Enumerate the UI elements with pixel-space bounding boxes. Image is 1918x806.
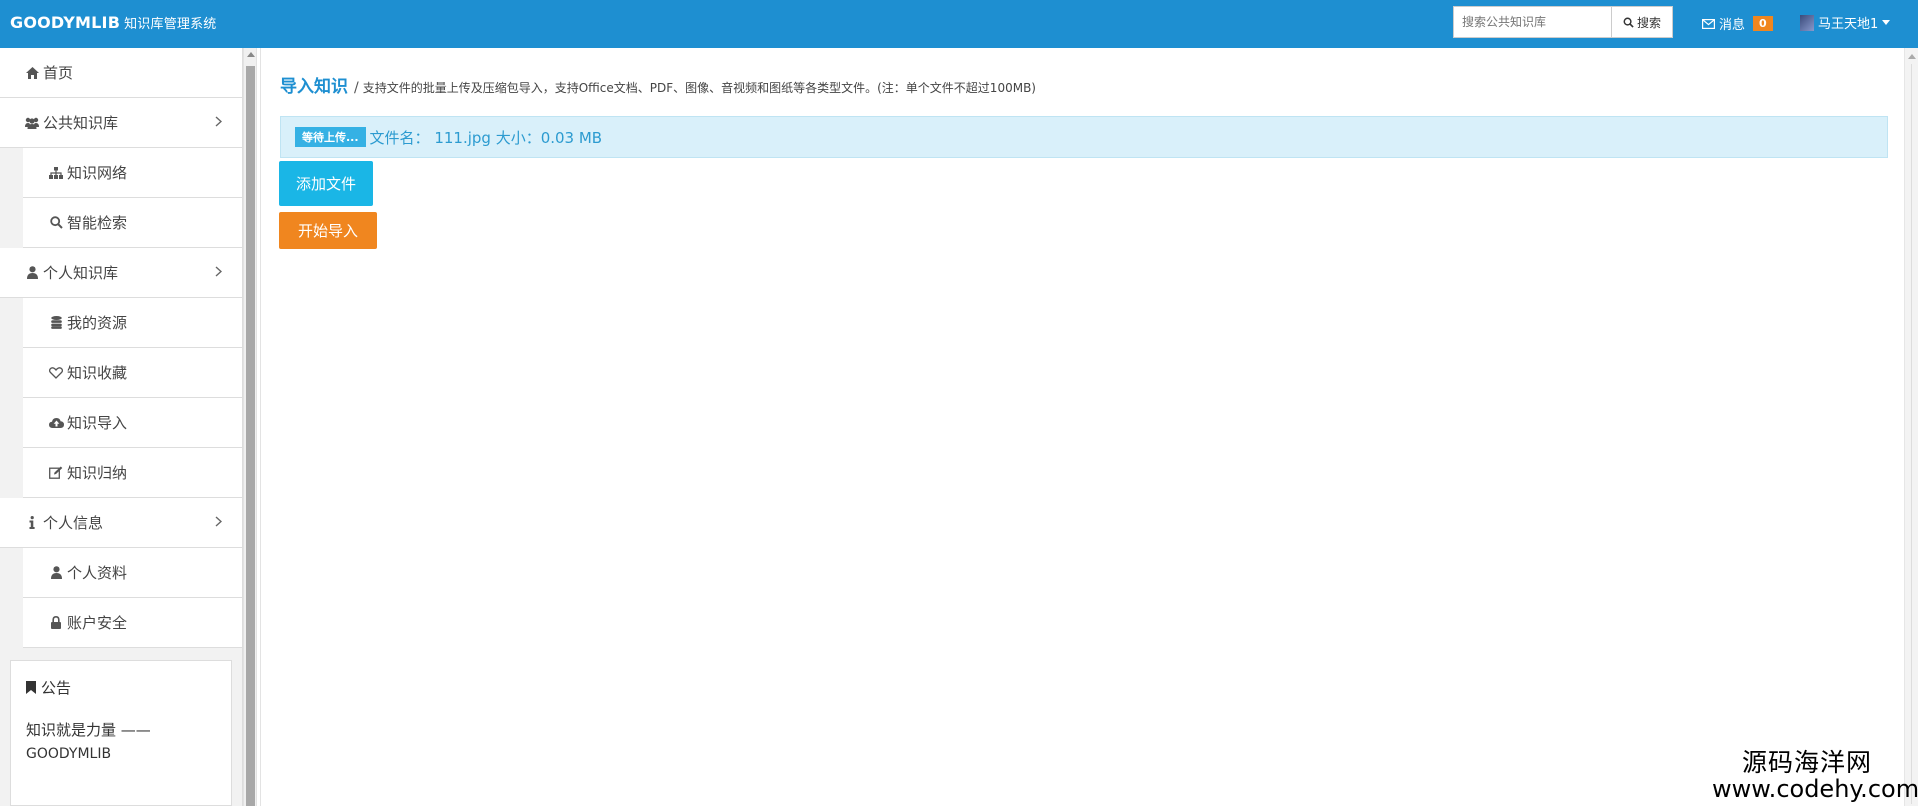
watermark-line-1: 源码海洋网 bbox=[1741, 748, 1872, 777]
scroll-up-arrow-icon[interactable] bbox=[247, 52, 255, 57]
sidebar-item-label: 智能检索 bbox=[67, 214, 128, 232]
top-navbar: GOODYMLIB知识库管理系统 搜索 消息 0 马王天地1 bbox=[0, 0, 1918, 48]
sidebar-item-label: 个人资料 bbox=[67, 564, 128, 582]
notice-line-2: GOODYMLIB bbox=[26, 746, 112, 762]
users-icon bbox=[23, 117, 41, 129]
messages-count-badge: 0 bbox=[1753, 16, 1773, 31]
avatar bbox=[1800, 14, 1814, 31]
sidebar-item-profile[interactable]: 个人资料 bbox=[23, 548, 242, 598]
chevron-right-icon bbox=[215, 515, 223, 531]
sidebar-item-label: 账户安全 bbox=[67, 614, 128, 632]
caret-down-icon bbox=[1882, 20, 1891, 25]
home-icon bbox=[23, 66, 41, 79]
sidebar-item-favorites[interactable]: 知识收藏 bbox=[23, 348, 242, 398]
chevron-right-icon bbox=[215, 265, 223, 281]
sidebar-item-home[interactable]: 首页 bbox=[0, 48, 242, 98]
scroll-up-arrow-icon[interactable] bbox=[1908, 54, 1916, 59]
notice-line-1: 知识就是力量 —— bbox=[26, 721, 151, 739]
brand-subtitle: 知识库管理系统 bbox=[124, 17, 217, 32]
page-description: 支持文件的批量上传及压缩包导入，支持Office文档、PDF、图像、音视频和图纸… bbox=[362, 81, 1036, 95]
cloud-upload-icon bbox=[47, 417, 65, 428]
sidebar-item-label: 知识网络 bbox=[67, 164, 128, 182]
info-icon bbox=[23, 516, 41, 529]
sidebar-item-smart-search[interactable]: 智能检索 bbox=[23, 198, 242, 248]
search-button[interactable]: 搜索 bbox=[1611, 6, 1673, 38]
sidebar-item-knowledge-network[interactable]: 知识网络 bbox=[23, 148, 242, 198]
sidebar-item-label: 个人知识库 bbox=[43, 264, 119, 282]
upload-status-badge: 等待上传... bbox=[295, 127, 366, 147]
sidebar-item-my-resources[interactable]: 我的资源 bbox=[23, 298, 242, 348]
title-separator: / bbox=[354, 80, 359, 96]
sidebar-item-import[interactable]: 知识导入 bbox=[23, 398, 242, 448]
user-icon bbox=[47, 566, 65, 579]
start-import-button[interactable]: 开始导入 bbox=[279, 212, 377, 249]
page-title: 导入知识 bbox=[280, 77, 348, 97]
bookmark-icon bbox=[26, 681, 36, 694]
sidebar-item-label: 知识收藏 bbox=[67, 364, 128, 382]
brand-name: GOODYMLIB bbox=[10, 13, 121, 32]
page-heading: 导入知识 / 支持文件的批量上传及压缩包导入，支持Office文档、PDF、图像… bbox=[280, 72, 1036, 97]
user-menu[interactable]: 马王天地1 bbox=[1800, 13, 1891, 32]
sidebar-item-label: 知识归纳 bbox=[67, 464, 128, 482]
sidebar-scrollbar[interactable] bbox=[243, 48, 257, 806]
sidebar-item-summarize[interactable]: 知识归纳 bbox=[23, 448, 242, 498]
main-content: 导入知识 / 支持文件的批量上传及压缩包导入，支持Office文档、PDF、图像… bbox=[260, 48, 1902, 806]
scrollbar-thumb[interactable] bbox=[246, 66, 255, 806]
sidebar-item-personal-lib[interactable]: 个人知识库 bbox=[0, 248, 242, 298]
messages-label: 消息 bbox=[1719, 18, 1746, 33]
search-input[interactable] bbox=[1453, 6, 1611, 38]
lock-icon bbox=[47, 616, 65, 629]
upload-file-row: 等待上传... 文件名： 111.jpg 大小：0.03 MB bbox=[280, 116, 1888, 158]
envelope-icon bbox=[1702, 18, 1715, 29]
search-button-label: 搜索 bbox=[1636, 15, 1661, 30]
messages-link[interactable]: 消息 0 bbox=[1702, 14, 1773, 33]
sidebar-item-public-lib[interactable]: 公共知识库 bbox=[0, 98, 242, 148]
search-icon bbox=[1623, 17, 1634, 28]
user-name: 马王天地1 bbox=[1818, 17, 1879, 32]
user-icon bbox=[23, 266, 41, 279]
notice-title-text: 公告 bbox=[41, 679, 72, 697]
chevron-right-icon bbox=[215, 115, 223, 131]
sidebar-item-label: 公共知识库 bbox=[43, 114, 119, 132]
search-form: 搜索 bbox=[1453, 6, 1673, 38]
sidebar: 首页 公共知识库 知识网络 智能检索 个人知识库 我的资源 知识收藏 知识导入 … bbox=[0, 48, 243, 806]
brand-logo[interactable]: GOODYMLIB 知识库管理系统 bbox=[10, 13, 217, 32]
file-info: 文件名： 111.jpg 大小：0.03 MB bbox=[369, 128, 603, 147]
page-scrollbar[interactable] bbox=[1904, 48, 1918, 806]
sidebar-item-account-security[interactable]: 账户安全 bbox=[23, 598, 242, 648]
sitemap-icon bbox=[47, 166, 65, 179]
sidebar-item-personal-info[interactable]: 个人信息 bbox=[0, 498, 242, 548]
add-file-button[interactable]: 添加文件 bbox=[279, 161, 373, 206]
scrollbar-track bbox=[1911, 64, 1912, 804]
notice-body: 知识就是力量 —— GOODYMLIB bbox=[26, 718, 216, 766]
watermark: 源码海洋网 www.codehy.com bbox=[1712, 748, 1918, 803]
edit-icon bbox=[47, 466, 65, 479]
sidebar-item-label: 知识导入 bbox=[67, 414, 128, 432]
watermark-line-2: www.codehy.com bbox=[1712, 775, 1918, 803]
sidebar-item-label: 我的资源 bbox=[67, 314, 128, 332]
heart-icon bbox=[47, 366, 65, 379]
sidebar-item-label: 个人信息 bbox=[43, 514, 104, 532]
sidebar-item-label: 首页 bbox=[43, 64, 74, 82]
notice-panel: 公告 知识就是力量 —— GOODYMLIB bbox=[10, 660, 232, 806]
notice-title: 公告 bbox=[26, 677, 216, 698]
database-icon bbox=[47, 316, 65, 329]
search-icon bbox=[47, 216, 65, 229]
